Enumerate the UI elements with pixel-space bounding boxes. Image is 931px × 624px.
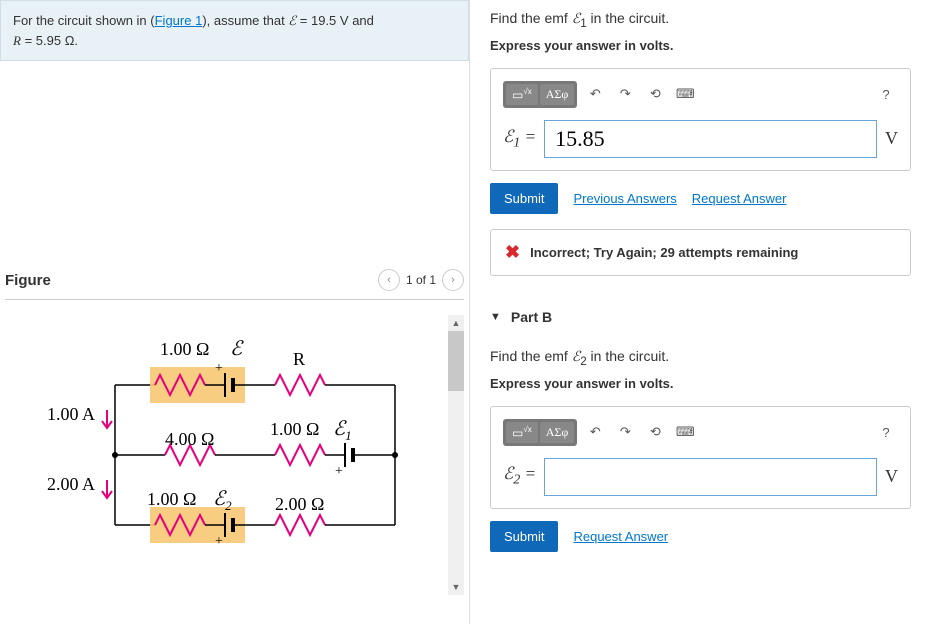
- problem-statement: For the circuit shown in (Figure 1), ass…: [0, 0, 469, 61]
- partA-label: ℰ1 =: [503, 127, 536, 151]
- partA-input[interactable]: [544, 120, 877, 158]
- help-icon[interactable]: ?: [874, 83, 898, 105]
- svg-text:4.00 Ω: 4.00 Ω: [165, 429, 214, 449]
- svg-text:1.00 Ω: 1.00 Ω: [160, 339, 209, 359]
- reset-icon[interactable]: ⟲: [643, 83, 667, 105]
- partB-instruction: Express your answer in volts.: [490, 376, 911, 391]
- partB-request-answer-link[interactable]: Request Answer: [573, 529, 668, 544]
- partB-label: ℰ2 =: [503, 464, 536, 488]
- figure-title: Figure: [5, 272, 51, 289]
- redo-icon[interactable]: ↷: [613, 421, 637, 443]
- circuit-figure: 1.00 Ω ℰ R + 1.00 A 4.00 Ω 1.00 Ω ℰ1 + 2…: [5, 315, 464, 595]
- partA-prompt: Find the emf ℰ1 in the circuit.: [490, 10, 911, 30]
- svg-text:1.00 Ω: 1.00 Ω: [147, 489, 196, 509]
- svg-text:R: R: [293, 349, 305, 369]
- reset-icon[interactable]: ⟲: [643, 421, 667, 443]
- partA-feedback: ✖ Incorrect; Try Again; 29 attempts rema…: [490, 229, 911, 276]
- svg-text:2.00 A: 2.00 A: [47, 474, 95, 494]
- caret-down-icon: ▼: [490, 311, 501, 323]
- svg-text:+: +: [335, 464, 343, 479]
- scroll-up-arrow[interactable]: ▲: [448, 315, 464, 331]
- svg-text:+: +: [215, 534, 223, 549]
- partA-unit: V: [885, 128, 898, 149]
- scroll-thumb[interactable]: [448, 331, 464, 391]
- template-tool-button[interactable]: ▭√x: [506, 84, 538, 105]
- partA-instruction: Express your answer in volts.: [490, 38, 911, 53]
- symbols-tool-button[interactable]: ΑΣφ: [540, 84, 575, 105]
- keyboard-icon[interactable]: ⌨: [673, 83, 697, 105]
- partB-input[interactable]: [544, 458, 877, 496]
- help-icon[interactable]: ?: [874, 421, 898, 443]
- partA-request-answer-link[interactable]: Request Answer: [692, 191, 787, 206]
- svg-text:ℰ2: ℰ2: [213, 488, 232, 513]
- incorrect-x-icon: ✖: [505, 242, 520, 263]
- symbols-tool-button[interactable]: ΑΣφ: [540, 422, 575, 443]
- prev-figure-button[interactable]: ‹: [378, 269, 400, 291]
- partB-submit-button[interactable]: Submit: [490, 521, 558, 552]
- partA-previous-answers-link[interactable]: Previous Answers: [573, 191, 676, 206]
- svg-text:+: +: [215, 361, 223, 376]
- keyboard-icon[interactable]: ⌨: [673, 421, 697, 443]
- svg-text:2.00 Ω: 2.00 Ω: [275, 494, 324, 514]
- svg-text:1.00 A: 1.00 A: [47, 404, 95, 424]
- svg-text:1.00 Ω: 1.00 Ω: [270, 419, 319, 439]
- figure-pager: 1 of 1: [406, 273, 436, 287]
- undo-icon[interactable]: ↶: [583, 421, 607, 443]
- partB-header[interactable]: ▼ Part B: [490, 301, 911, 333]
- figure-scrollbar[interactable]: ▲ ▼: [448, 315, 464, 595]
- scroll-down-arrow[interactable]: ▼: [448, 579, 464, 595]
- partB-prompt: Find the emf ℰ2 in the circuit.: [490, 348, 911, 368]
- next-figure-button[interactable]: ›: [442, 269, 464, 291]
- template-tool-button[interactable]: ▭√x: [506, 422, 538, 443]
- undo-icon[interactable]: ↶: [583, 83, 607, 105]
- partA-submit-button[interactable]: Submit: [490, 183, 558, 214]
- partB-unit: V: [885, 466, 898, 487]
- figure-link[interactable]: Figure 1: [155, 13, 203, 28]
- redo-icon[interactable]: ↷: [613, 83, 637, 105]
- svg-text:ℰ: ℰ: [230, 338, 244, 360]
- svg-text:ℰ1: ℰ1: [333, 418, 352, 443]
